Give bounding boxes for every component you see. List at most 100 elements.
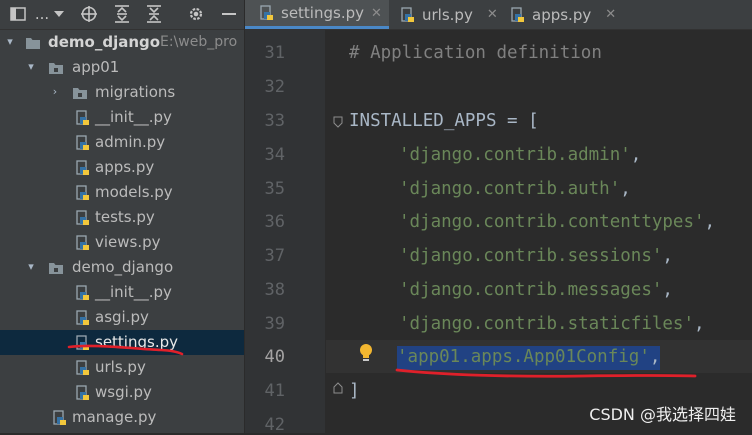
python-file-icon xyxy=(76,360,89,375)
tree-item-label: models.py xyxy=(95,183,173,201)
tree-item-demo-django-root[interactable]: ▾ demo_django E:\web_pro xyxy=(0,30,244,55)
code-line-string: 'django.contrib.messages', xyxy=(399,280,673,300)
code-line: ] xyxy=(349,381,360,401)
close-icon[interactable]: ✕ xyxy=(487,7,498,22)
hide-panel-icon[interactable] xyxy=(220,4,238,24)
tab-urls[interactable]: urls.py ✕ xyxy=(400,0,498,29)
code-line-string: 'django.contrib.admin', xyxy=(399,145,642,165)
tree-item-file[interactable]: wsgi.py xyxy=(0,380,244,405)
line-number: 34 xyxy=(264,145,285,165)
code-line: INSTALLED_APPS = [ xyxy=(349,111,539,131)
python-file-icon xyxy=(511,6,524,22)
line-number: 31 xyxy=(264,43,285,63)
chevron-right-icon[interactable]: › xyxy=(49,86,61,98)
tree-item-label: __init__.py xyxy=(95,283,172,301)
folder-icon xyxy=(73,88,87,99)
chevron-down-icon[interactable] xyxy=(52,4,66,24)
tree-item-label: demo_django xyxy=(72,258,174,276)
tree-item-label: tests.py xyxy=(95,208,155,226)
tab-apps[interactable]: apps.py ✕ xyxy=(510,0,616,29)
tree-item-label: demo_django xyxy=(48,33,161,51)
python-file-icon xyxy=(76,310,89,325)
tab-label: settings.py xyxy=(281,4,364,22)
chevron-down-icon[interactable]: ▾ xyxy=(25,261,37,273)
line-number: 36 xyxy=(264,212,285,232)
tree-item-file[interactable]: models.py xyxy=(0,180,244,205)
python-file-icon xyxy=(76,160,89,175)
python-file-icon xyxy=(76,110,89,125)
tree-item-label: admin.py xyxy=(95,133,166,151)
editor-tabs: settings.py ✕ urls.py ✕ apps.py ✕ xyxy=(245,0,752,30)
tree-item-file[interactable]: admin.py xyxy=(0,130,244,155)
folder-icon xyxy=(26,38,40,49)
tree-item-file[interactable]: manage.py xyxy=(0,405,244,430)
watermark: CSDN @我选择四娃 xyxy=(589,405,736,424)
red-annotation-underline xyxy=(395,368,697,378)
project-toolbar: ... xyxy=(0,0,244,30)
python-file-icon xyxy=(76,135,89,150)
tree-item-file[interactable]: asgi.py xyxy=(0,305,244,330)
tree-item-file[interactable]: tests.py xyxy=(0,205,244,230)
close-icon[interactable]: ✕ xyxy=(605,7,616,22)
project-window-icon[interactable] xyxy=(8,4,28,24)
code-line-string: 'django.contrib.contenttypes', xyxy=(399,212,716,232)
chevron-down-icon[interactable]: ▾ xyxy=(4,36,16,48)
python-file-icon xyxy=(53,410,66,425)
folder-icon xyxy=(49,263,63,274)
project-panel: ... ▾ demo_django E:\web_pro ▾ app01 › m… xyxy=(0,0,244,433)
tree-item-app01[interactable]: ▾ app01 xyxy=(0,55,244,80)
tree-item-file[interactable]: views.py xyxy=(0,230,244,255)
tab-settings[interactable]: settings.py ✕ xyxy=(245,0,389,29)
line-number: 38 xyxy=(264,280,285,300)
tree-item-label: app01 xyxy=(72,58,120,76)
project-menu-label[interactable]: ... xyxy=(32,4,52,24)
line-number-current: 40 xyxy=(264,347,285,367)
line-number: 33 xyxy=(264,111,285,131)
tree-item-demo-django[interactable]: ▾ demo_django xyxy=(0,255,244,280)
line-number: 32 xyxy=(264,77,285,97)
settings-icon[interactable] xyxy=(186,4,206,24)
red-annotation-underline xyxy=(67,344,184,356)
tree-item-migrations[interactable]: › migrations xyxy=(0,80,244,105)
folder-icon xyxy=(49,63,63,74)
code-line-comment: # Application definition xyxy=(349,43,602,63)
tab-label: urls.py xyxy=(422,5,473,24)
close-icon[interactable]: ✕ xyxy=(371,6,382,21)
chevron-down-icon[interactable]: ▾ xyxy=(25,61,37,73)
tree-item-file[interactable]: urls.py xyxy=(0,355,244,380)
line-number: 42 xyxy=(264,415,285,435)
line-number: 35 xyxy=(264,179,285,199)
tree-item-file[interactable]: apps.py xyxy=(0,155,244,180)
code-editor[interactable]: 31 32 33 34 35 36 37 38 39 40 41 42 # Ap… xyxy=(245,30,752,435)
tree-item-file[interactable]: __init__.py xyxy=(0,280,244,305)
code-line-string: 'django.contrib.sessions', xyxy=(399,246,673,266)
python-file-icon xyxy=(76,210,89,225)
fold-marker-icon[interactable] xyxy=(333,382,343,394)
python-file-icon xyxy=(76,235,89,250)
tree-item-label: manage.py xyxy=(72,408,157,426)
collapse-all-icon[interactable] xyxy=(144,4,164,24)
lightbulb-icon[interactable] xyxy=(358,343,374,363)
tree-item-file[interactable]: __init__.py xyxy=(0,105,244,130)
code-line-string: 'django.contrib.staticfiles', xyxy=(399,314,705,334)
line-number: 41 xyxy=(264,381,285,401)
tree-item-label: urls.py xyxy=(95,358,146,376)
locate-icon[interactable] xyxy=(79,4,99,24)
expand-all-icon[interactable] xyxy=(112,4,132,24)
tree-item-label: migrations xyxy=(95,83,176,101)
python-file-icon xyxy=(401,6,414,22)
fold-marker-icon[interactable] xyxy=(333,116,343,128)
line-number: 39 xyxy=(264,314,285,334)
tree-item-label: views.py xyxy=(95,233,161,251)
python-file-icon xyxy=(260,5,273,20)
line-number: 37 xyxy=(264,246,285,266)
code-line-selected: 'app01.apps.App01Config', xyxy=(397,346,661,370)
tree-item-label: apps.py xyxy=(95,158,155,176)
tab-label: apps.py xyxy=(532,5,592,24)
tree-item-label: asgi.py xyxy=(95,308,149,326)
code-line-string: 'django.contrib.auth', xyxy=(399,179,631,199)
python-file-icon xyxy=(76,285,89,300)
python-file-icon xyxy=(76,185,89,200)
tree-item-label: wsgi.py xyxy=(95,383,152,401)
project-path: E:\web_pro xyxy=(160,34,238,50)
